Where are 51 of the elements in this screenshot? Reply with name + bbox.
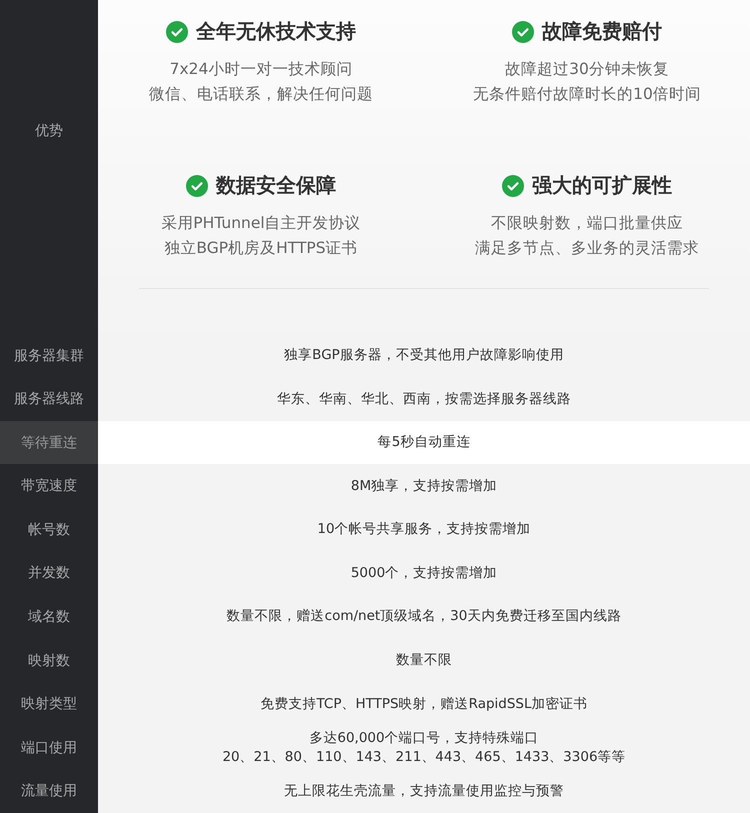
cell-text: 数量不限 — [396, 651, 452, 670]
cell-text: 数量不限，赠送com/net顶级域名，30天内免费迁移至国内线路 — [226, 607, 622, 626]
cell-text: 10个帐号共享服务，支持按需增加 — [317, 520, 531, 540]
row-label: 映射类型 — [21, 695, 77, 714]
row-label: 帐号数 — [28, 520, 70, 539]
feature-description: 微信、电话联系，解决任何问题 — [149, 84, 373, 105]
feature-description: 无条件赔付故障时长的10倍时间 — [473, 84, 701, 105]
sidebar-cell[interactable]: 映射类型 — [0, 682, 98, 726]
sidebar-cell[interactable]: 服务器集群 — [0, 334, 98, 378]
cell-text: 多达60,000个端口号，支持特殊端口 — [309, 728, 539, 748]
row-label: 带宽速度 — [21, 477, 77, 496]
sidebar-cell[interactable]: 域名数 — [0, 595, 98, 639]
row-label: 流量使用 — [21, 782, 77, 800]
check-icon — [186, 174, 208, 196]
cell-text: 5000个，支持按需增加 — [350, 564, 498, 583]
cell-text: 华东、华南、华北、西南，按需选择服务器线路 — [277, 390, 571, 409]
sidebar-cell[interactable]: 端口使用 — [0, 726, 98, 770]
check-icon — [502, 174, 524, 196]
sidebar-cell[interactable]: 并发数 — [0, 552, 98, 596]
row-label: 映射数 — [28, 652, 70, 670]
check-icon — [166, 20, 188, 42]
feature-description: 独立BGP机房及HTTPS证书 — [164, 238, 358, 259]
feature-title: 强大的可扩展性 — [532, 172, 672, 199]
row-label: 并发数 — [28, 564, 70, 582]
feature-description: 故障超过30分钟未恢复 — [505, 59, 669, 80]
row-label: 服务器线路 — [14, 390, 84, 408]
row-label: 优势 — [35, 122, 63, 140]
feature-description: 采用PHTunnel自主开发协议 — [161, 213, 361, 234]
feature-title: 数据安全保障 — [216, 172, 336, 199]
sidebar-cell[interactable]: 服务器线路 — [0, 377, 98, 421]
feature-description: 7x24小时一对一技术顾问 — [170, 59, 352, 80]
cell-text: 8M独享，支持按需增加 — [350, 476, 498, 496]
cell-text: 无上限花生壳流量，支持流量使用监控与预警 — [284, 782, 564, 801]
sidebar-cell[interactable]: 流量使用 — [0, 769, 98, 813]
row-label: 域名数 — [28, 608, 70, 626]
cell-text: 20、21、80、110、143、211、443、465、1433、3306等等 — [222, 748, 626, 767]
check-icon — [512, 20, 534, 42]
cell-text: 每5秒自动重连 — [378, 433, 470, 452]
row-label: 端口使用 — [21, 738, 77, 757]
cell-text: 独享BGP服务器，不受其他用户故障影响使用 — [284, 346, 564, 366]
sidebar-cell[interactable]: 等待重连 — [0, 420, 98, 464]
row-label: 服务器集群 — [14, 346, 84, 365]
feature-title: 故障免费赔付 — [542, 18, 662, 45]
cell-text: 免费支持TCP、HTTPS映射，赠送RapidSSL加密证书 — [260, 694, 588, 714]
feature-description: 不限映射数，端口批量供应 — [491, 213, 683, 234]
row-label: 等待重连 — [21, 434, 77, 452]
sidebar-cell[interactable]: 映射数 — [0, 638, 98, 682]
feature-title: 全年无休技术支持 — [196, 18, 356, 45]
sidebar-cell[interactable]: 带宽速度 — [0, 464, 98, 508]
feature-description: 满足多节点、多业务的灵活需求 — [475, 238, 699, 259]
sidebar-cell[interactable]: 帐号数 — [0, 508, 98, 552]
